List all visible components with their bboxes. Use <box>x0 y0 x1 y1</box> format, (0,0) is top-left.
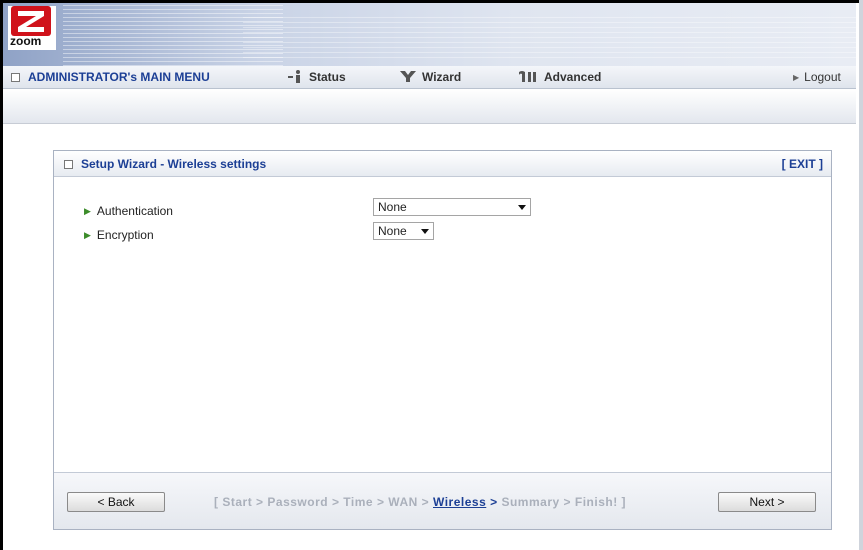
green-arrow-icon: ▶ <box>84 206 91 216</box>
authentication-select-value: None <box>378 200 407 214</box>
exit-link[interactable]: [ EXIT ] <box>782 157 823 171</box>
setup-wizard-panel: Setup Wizard - Wireless settings [ EXIT … <box>53 150 832 530</box>
green-arrow-icon: ▶ <box>84 230 91 240</box>
encryption-select[interactable]: None <box>373 222 434 240</box>
encryption-row: ▶ Encryption <box>84 228 154 242</box>
back-button[interactable]: < Back <box>67 492 165 512</box>
chevron-down-icon <box>421 229 429 234</box>
zoom-logo-mark <box>11 6 51 36</box>
crumb-close: ] <box>621 495 627 509</box>
triangle-right-icon: ▶ <box>793 73 800 82</box>
panel-header: Setup Wizard - Wireless settings [ EXIT … <box>54 151 831 177</box>
next-button[interactable]: Next > <box>718 492 816 512</box>
advanced-icon <box>517 70 539 86</box>
menu-status-label: Status <box>309 70 346 84</box>
crumb-time: Time <box>343 495 374 509</box>
crumb-sep: > <box>421 495 430 509</box>
menu-advanced[interactable]: Advanced <box>517 70 601 86</box>
crumb-wireless-current: Wireless <box>433 495 487 509</box>
menu-wizard-label: Wizard <box>422 70 462 84</box>
square-bullet-icon <box>64 160 73 170</box>
window-frame-right <box>859 0 863 550</box>
square-bullet-icon <box>11 73 20 83</box>
menu-admin-main[interactable]: ADMINISTRATOR's MAIN MENU <box>11 70 210 84</box>
menu-wizard[interactable]: Wizard <box>399 70 461 86</box>
zoom-logo: zoom <box>8 6 56 50</box>
panel-title-text: Setup Wizard - Wireless settings <box>81 157 267 171</box>
crumb-password: Password <box>267 495 329 509</box>
crumb-sep: > <box>331 495 340 509</box>
crumb-sep: > <box>376 495 385 509</box>
status-icon <box>288 70 304 86</box>
wizard-footer: < Back [ Start > Password > Time > WAN >… <box>54 472 831 529</box>
crumb-open: [ <box>214 495 219 509</box>
menu-advanced-label: Advanced <box>544 70 602 84</box>
encryption-label: Encryption <box>96 228 154 242</box>
sub-menu-bar <box>3 89 856 124</box>
encryption-select-value: None <box>378 224 407 238</box>
panel-title: Setup Wizard - Wireless settings <box>64 157 266 171</box>
wizard-steps-breadcrumb: [ Start > Password > Time > WAN > Wirele… <box>214 495 626 509</box>
menu-logout-label: Logout <box>804 70 841 84</box>
zoom-logo-text: zoom <box>10 34 42 48</box>
crumb-finish: Finish! <box>574 495 618 509</box>
menu-admin-main-label: ADMINISTRATOR's MAIN MENU <box>28 70 210 84</box>
banner-decoration-lines <box>243 13 856 58</box>
crumb-wan: WAN <box>388 495 418 509</box>
menu-status[interactable]: Status <box>288 70 346 86</box>
header-banner: zoom <box>3 3 856 66</box>
authentication-select[interactable]: None <box>373 198 531 216</box>
menu-logout[interactable]: ▶ Logout <box>793 70 841 84</box>
main-menu-bar: ADMINISTRATOR's MAIN MENU Status Wizard … <box>3 66 856 89</box>
crumb-summary: Summary <box>501 495 560 509</box>
authentication-row: ▶ Authentication <box>84 204 173 218</box>
wizard-icon <box>399 70 417 86</box>
crumb-start: Start <box>222 495 253 509</box>
authentication-label: Authentication <box>96 204 173 218</box>
crumb-sep: > <box>256 495 264 509</box>
crumb-sep: > <box>563 495 572 509</box>
crumb-sep: > <box>490 495 498 509</box>
chevron-down-icon <box>518 205 526 210</box>
